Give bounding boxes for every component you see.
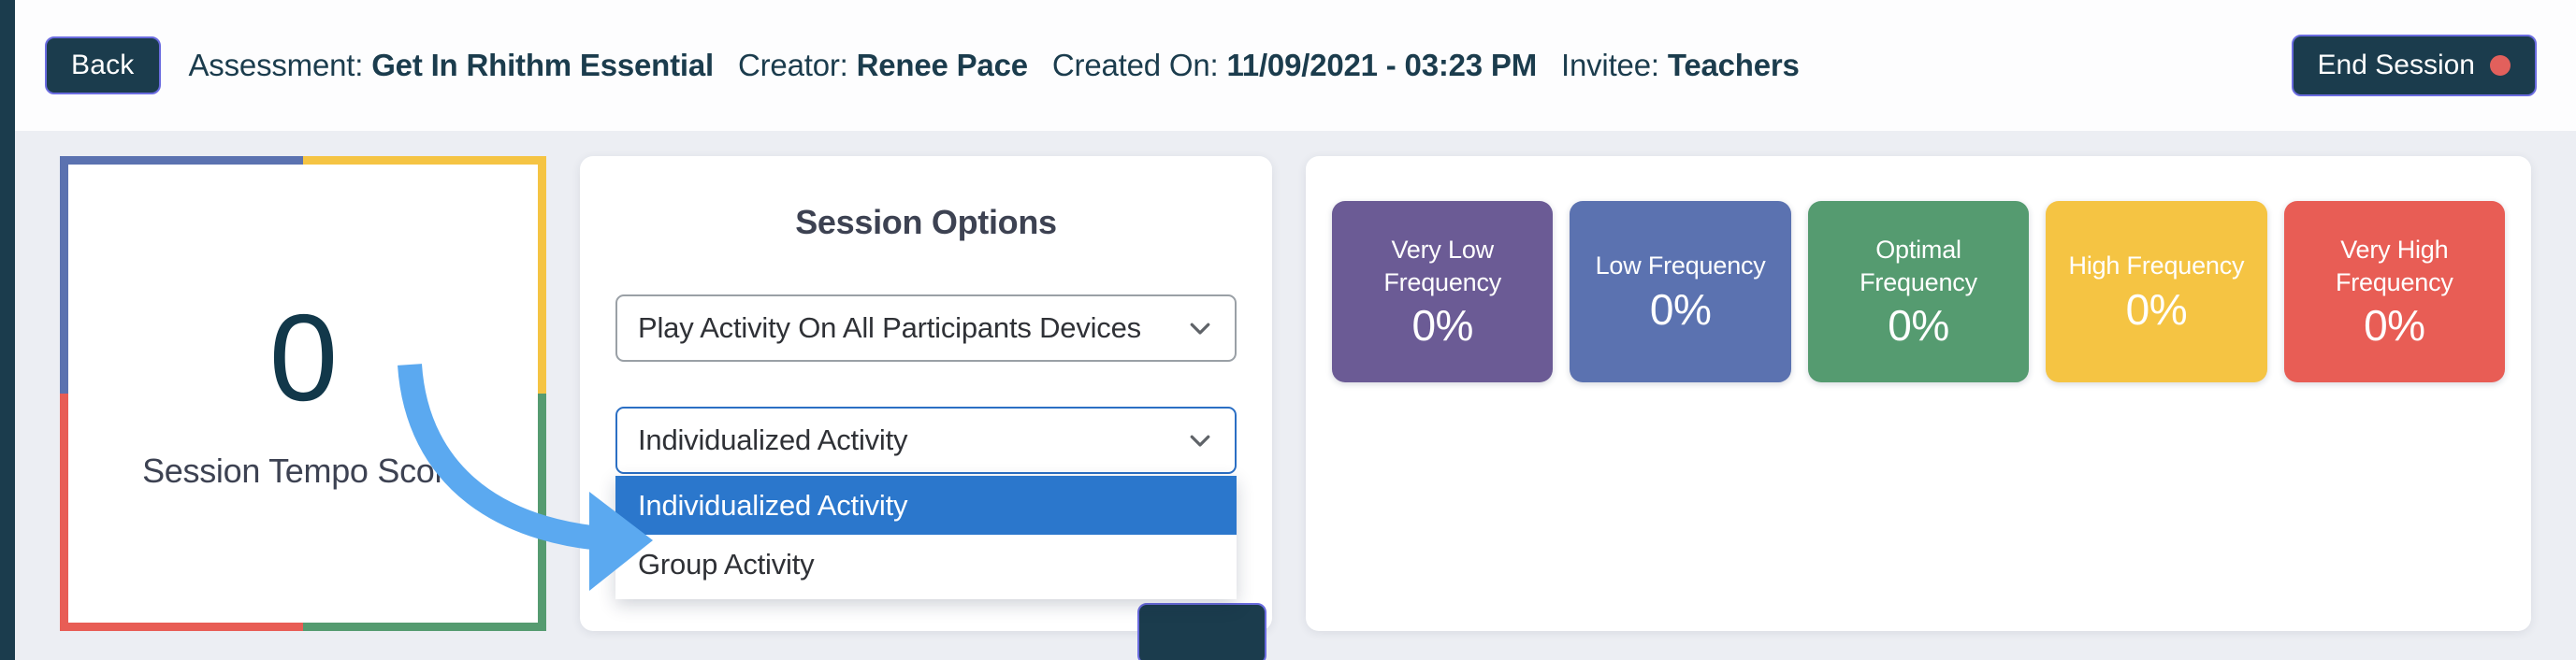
playback-mode-select-value: Play Activity On All Participants Device…	[638, 311, 1141, 344]
frequency-summary-panel: Very Low Frequency 0% Low Frequency 0% O…	[1306, 156, 2531, 631]
activity-type-select[interactable]: Individualized Activity	[615, 407, 1237, 474]
dropdown-option-group-activity[interactable]: Group Activity	[615, 535, 1237, 594]
frequency-card-label: Very Low Frequency	[1383, 236, 1502, 296]
frequency-card-label: High Frequency	[2068, 251, 2245, 280]
card-edge-right-bottom	[538, 394, 546, 631]
card-edge-bottom-right	[303, 623, 546, 631]
chevron-down-icon	[1190, 435, 1210, 447]
creator-value: Renee Pace	[856, 48, 1028, 82]
card-edge-bottom-left	[60, 623, 303, 631]
page-content: 0 Session Tempo Score Session Options Pl…	[15, 131, 2576, 660]
frequency-card-label: Very High Frequency	[2335, 236, 2453, 296]
session-metadata: Assessment: Get In Rhithm Essential Crea…	[189, 48, 1800, 83]
back-button[interactable]: Back	[45, 36, 161, 94]
obscured-action-button[interactable]	[1137, 603, 1266, 660]
frequency-card-very-high[interactable]: Very High Frequency 0%	[2283, 201, 2506, 382]
session-options-panel: Session Options Play Activity On All Par…	[580, 156, 1272, 660]
frequency-card-very-low[interactable]: Very Low Frequency 0%	[1332, 201, 1554, 382]
recording-dot-icon	[2490, 55, 2511, 76]
header-left-group: Back Assessment: Get In Rhithm Essential…	[45, 36, 2292, 94]
created-on-value: 11/09/2021 - 03:23 PM	[1226, 48, 1538, 82]
frequency-card-value: 0%	[2125, 284, 2188, 334]
frequency-card-label: Optimal Frequency	[1860, 236, 1977, 296]
session-tempo-score-card: 0 Session Tempo Score	[60, 156, 546, 631]
frequency-card-high[interactable]: High Frequency 0%	[2046, 201, 2267, 382]
creator-label: Creator:	[738, 48, 848, 82]
frequency-card-row: Very Low Frequency 0% Low Frequency 0% O…	[1332, 201, 2506, 382]
left-navigation-rail	[0, 0, 15, 660]
frequency-card-value: 0%	[1649, 284, 1712, 334]
card-edge-top-right	[303, 156, 546, 165]
playback-mode-select-wrapper: Play Activity On All Participants Device…	[615, 294, 1237, 362]
playback-mode-select[interactable]: Play Activity On All Participants Device…	[615, 294, 1237, 362]
card-edge-left-bottom	[60, 394, 68, 631]
frequency-card-low[interactable]: Low Frequency 0%	[1570, 201, 1791, 382]
assessment-label: Assessment:	[188, 48, 364, 82]
chevron-down-icon	[1190, 323, 1210, 335]
session-page: Back Assessment: Get In Rhithm Essential…	[0, 0, 2576, 660]
activity-type-dropdown-list: Individualized Activity Group Activity	[615, 476, 1237, 599]
frequency-card-value: 0%	[1888, 301, 1949, 351]
tempo-card-body: 0 Session Tempo Score	[68, 165, 538, 623]
invitee-value: Teachers	[1667, 48, 1800, 82]
dropdown-option-individualized-activity[interactable]: Individualized Activity	[615, 476, 1237, 535]
activity-type-select-value: Individualized Activity	[638, 423, 908, 456]
frequency-card-value: 0%	[2364, 301, 2425, 351]
frequency-card-value: 0%	[1411, 301, 1473, 351]
session-tempo-score-label: Session Tempo Score	[142, 452, 464, 490]
created-on-label: Created On:	[1051, 48, 1219, 82]
frequency-card-label: Low Frequency	[1595, 251, 1766, 280]
card-edge-right-top	[538, 156, 546, 394]
card-edge-left-top	[60, 156, 68, 394]
end-session-label: End Session	[2317, 50, 2475, 80]
end-session-button[interactable]: End Session	[2291, 35, 2537, 96]
page-header: Back Assessment: Get In Rhithm Essential…	[15, 0, 2576, 131]
card-edge-top-left	[60, 156, 303, 165]
activity-type-select-wrapper: Individualized Activity	[615, 407, 1237, 474]
assessment-value: Get In Rhithm Essential	[371, 48, 714, 82]
invitee-label: Invitee:	[1561, 48, 1659, 82]
session-options-title: Session Options	[795, 203, 1057, 241]
frequency-card-optimal[interactable]: Optimal Frequency 0%	[1807, 201, 2030, 382]
session-tempo-score-value: 0	[268, 289, 338, 426]
